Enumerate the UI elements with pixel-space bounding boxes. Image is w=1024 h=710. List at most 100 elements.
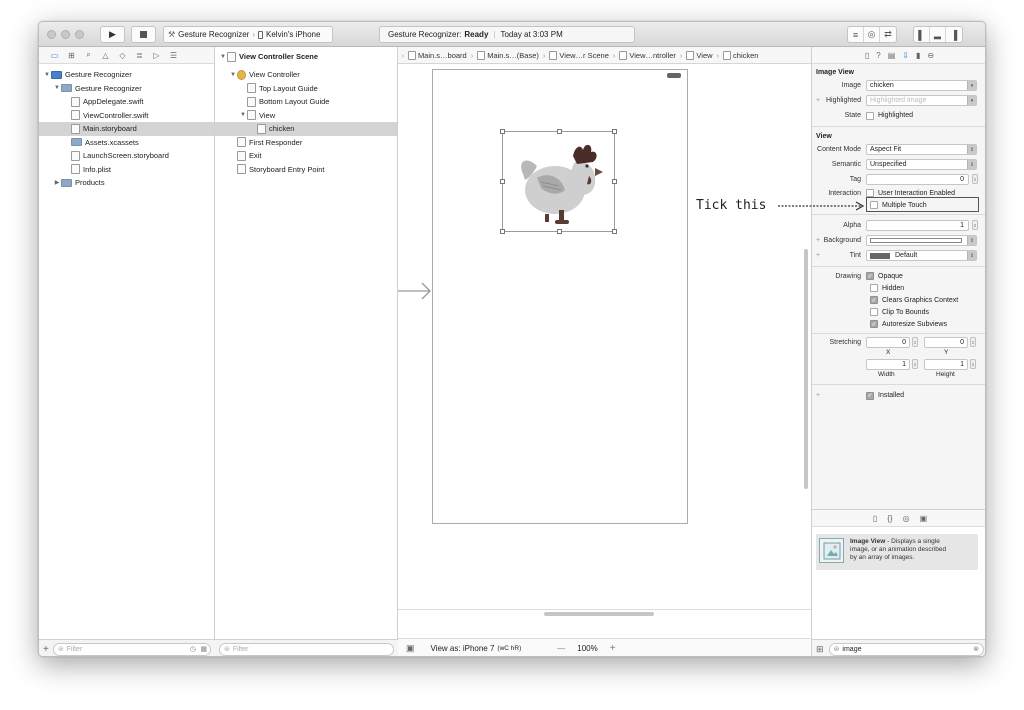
resize-handle[interactable]: [500, 179, 505, 184]
scheme-selector[interactable]: ⚒ Gesture Recognizer › Kelvin's iPhone: [163, 26, 333, 43]
resize-handle[interactable]: [557, 129, 562, 134]
resize-handle[interactable]: [612, 179, 617, 184]
outline-item[interactable]: Exit: [215, 149, 397, 163]
outline-item[interactable]: ▼ View Controller: [215, 68, 397, 82]
minimize-window-button[interactable]: [61, 30, 70, 39]
report-icon[interactable]: ☰: [168, 50, 179, 61]
assistant-editor-icon[interactable]: ◎: [864, 27, 880, 42]
navigator-item[interactable]: Info.plist: [39, 163, 214, 177]
clears-graphics-checkbox[interactable]: ✓: [870, 296, 878, 304]
disclosure-open-icon[interactable]: ▼: [239, 112, 247, 118]
vertical-scrollbar[interactable]: [804, 249, 808, 489]
object-library-icon[interactable]: ◎: [903, 514, 910, 523]
resize-handle[interactable]: [500, 229, 505, 234]
outline-item[interactable]: Bottom Layout Guide: [215, 95, 397, 109]
resize-handle[interactable]: [612, 129, 617, 134]
version-editor-icon[interactable]: ⇄: [880, 27, 896, 42]
entry-point-arrow[interactable]: [398, 281, 432, 301]
highlighted-image-field[interactable]: Highlighted Image ▾: [866, 95, 977, 106]
outline-toggle-icon[interactable]: ▣: [406, 643, 415, 654]
disclosure-open-icon[interactable]: ▼: [43, 72, 51, 78]
storyboard-canvas[interactable]: [398, 64, 811, 609]
navigator-item[interactable]: Assets.xcassets: [39, 136, 214, 150]
symbol-icon[interactable]: ⊞: [66, 50, 77, 61]
navigator-item[interactable]: ▼ Gesture Recognizer: [39, 82, 214, 96]
standard-editor-icon[interactable]: ≡: [848, 27, 864, 42]
image-field[interactable]: chicken ▾: [866, 80, 977, 91]
search-icon[interactable]: ⌕: [83, 50, 94, 61]
file-inspector-icon[interactable]: ▯: [865, 51, 869, 60]
jump-bar-item[interactable]: Main.s…(Base): [475, 50, 541, 60]
disclosure-open-icon[interactable]: ▼: [219, 54, 227, 60]
stretch-y-stepper[interactable]: ⇕: [970, 337, 976, 347]
connections-inspector-icon[interactable]: ⊖: [927, 51, 934, 60]
stretch-x-field[interactable]: 0: [866, 337, 910, 348]
size-inspector-icon[interactable]: ▮: [916, 51, 920, 60]
chicken-image-view[interactable]: [500, 129, 617, 234]
hidden-checkbox[interactable]: [870, 284, 878, 292]
stop-button[interactable]: [131, 26, 156, 43]
outline-item[interactable]: ▼ View: [215, 109, 397, 123]
navigator-item[interactable]: LaunchScreen.storyboard: [39, 149, 214, 163]
jump-bar-item[interactable]: chicken: [721, 50, 760, 60]
navigator-item[interactable]: AppDelegate.swift: [39, 95, 214, 109]
view-as-label[interactable]: View as: iPhone 7: [431, 644, 495, 653]
zoom-in-button[interactable]: +: [610, 643, 616, 654]
resize-handle[interactable]: [557, 229, 562, 234]
navigator-item[interactable]: ▼ Gesture Recognizer: [39, 68, 214, 82]
debug-icon[interactable]: ≣: [134, 50, 145, 61]
autoresize-checkbox[interactable]: ✓: [870, 320, 878, 328]
plus-icon[interactable]: +: [816, 97, 820, 104]
code-snippet-icon[interactable]: {}: [887, 514, 892, 523]
attributes-inspector-icon[interactable]: ⇩: [902, 51, 909, 60]
add-icon[interactable]: +: [43, 644, 49, 655]
clip-bounds-checkbox[interactable]: [870, 308, 878, 316]
zoom-out-button[interactable]: —: [557, 644, 565, 653]
outline-item[interactable]: ▼ View Controller Scene: [215, 50, 398, 64]
grid-view-icon[interactable]: ⊞: [816, 644, 824, 655]
outline-item[interactable]: chicken: [215, 122, 397, 136]
clear-icon[interactable]: ⊗: [973, 645, 979, 653]
identity-inspector-icon[interactable]: ▤: [888, 51, 896, 60]
image-view-library-item[interactable]: Image View - Displays a single image, or…: [816, 534, 978, 570]
resize-handle[interactable]: [612, 229, 617, 234]
close-window-button[interactable]: [47, 30, 56, 39]
jump-bar-item[interactable]: View…ntroller: [617, 50, 678, 60]
installed-checkbox[interactable]: ✓: [866, 391, 874, 400]
jump-bar-item[interactable]: View…r Scene: [547, 50, 610, 60]
debug-toggle-icon[interactable]: ▂: [930, 27, 946, 42]
navigator-item[interactable]: ▶ Products: [39, 176, 214, 190]
outline-item[interactable]: Top Layout Guide: [215, 82, 397, 96]
disclosure-open-icon[interactable]: ▼: [53, 85, 61, 91]
background-color-well[interactable]: ⇕: [866, 235, 977, 246]
alpha-stepper[interactable]: ⇕: [972, 220, 978, 230]
highlighted-checkbox[interactable]: [866, 111, 874, 120]
plus-icon[interactable]: +: [816, 252, 820, 259]
outline-item[interactable]: First Responder: [215, 136, 397, 150]
navigator-item[interactable]: ViewController.swift: [39, 109, 214, 123]
run-button[interactable]: ▶: [100, 26, 125, 43]
tint-select[interactable]: Default ⇕: [866, 250, 977, 261]
scm-icon[interactable]: ▦: [200, 645, 207, 653]
tag-field[interactable]: 0: [866, 174, 969, 185]
breakpoint-icon[interactable]: ▷: [151, 50, 162, 61]
navigator-filter-field[interactable]: ⊜ Filter ◷ ▦: [52, 642, 211, 656]
stretch-width-field[interactable]: 1: [866, 359, 910, 370]
plus-icon[interactable]: +: [816, 237, 820, 244]
semantic-select[interactable]: Unspecified ⇕: [866, 159, 977, 170]
navigator-item[interactable]: Main.storyboard: [39, 122, 214, 136]
test-icon[interactable]: ◇: [117, 50, 128, 61]
tag-stepper[interactable]: ⇕: [972, 174, 978, 184]
plus-icon[interactable]: +: [816, 392, 820, 399]
resize-handle[interactable]: [500, 129, 505, 134]
jump-bar-item[interactable]: View: [684, 50, 714, 60]
content-mode-select[interactable]: Aspect Fit ⇕: [866, 144, 977, 155]
utilities-toggle-icon[interactable]: ▐: [946, 27, 962, 42]
view-controller-scene[interactable]: [432, 69, 688, 524]
disclosure-open-icon[interactable]: ▼: [229, 72, 237, 78]
zoom-level[interactable]: 100%: [577, 644, 597, 653]
stretch-width-stepper[interactable]: ⇕: [912, 359, 918, 369]
stretch-height-field[interactable]: 1: [924, 359, 968, 370]
horizontal-scrollbar[interactable]: [544, 612, 654, 616]
navigator-toggle-icon[interactable]: ▌: [914, 27, 930, 42]
